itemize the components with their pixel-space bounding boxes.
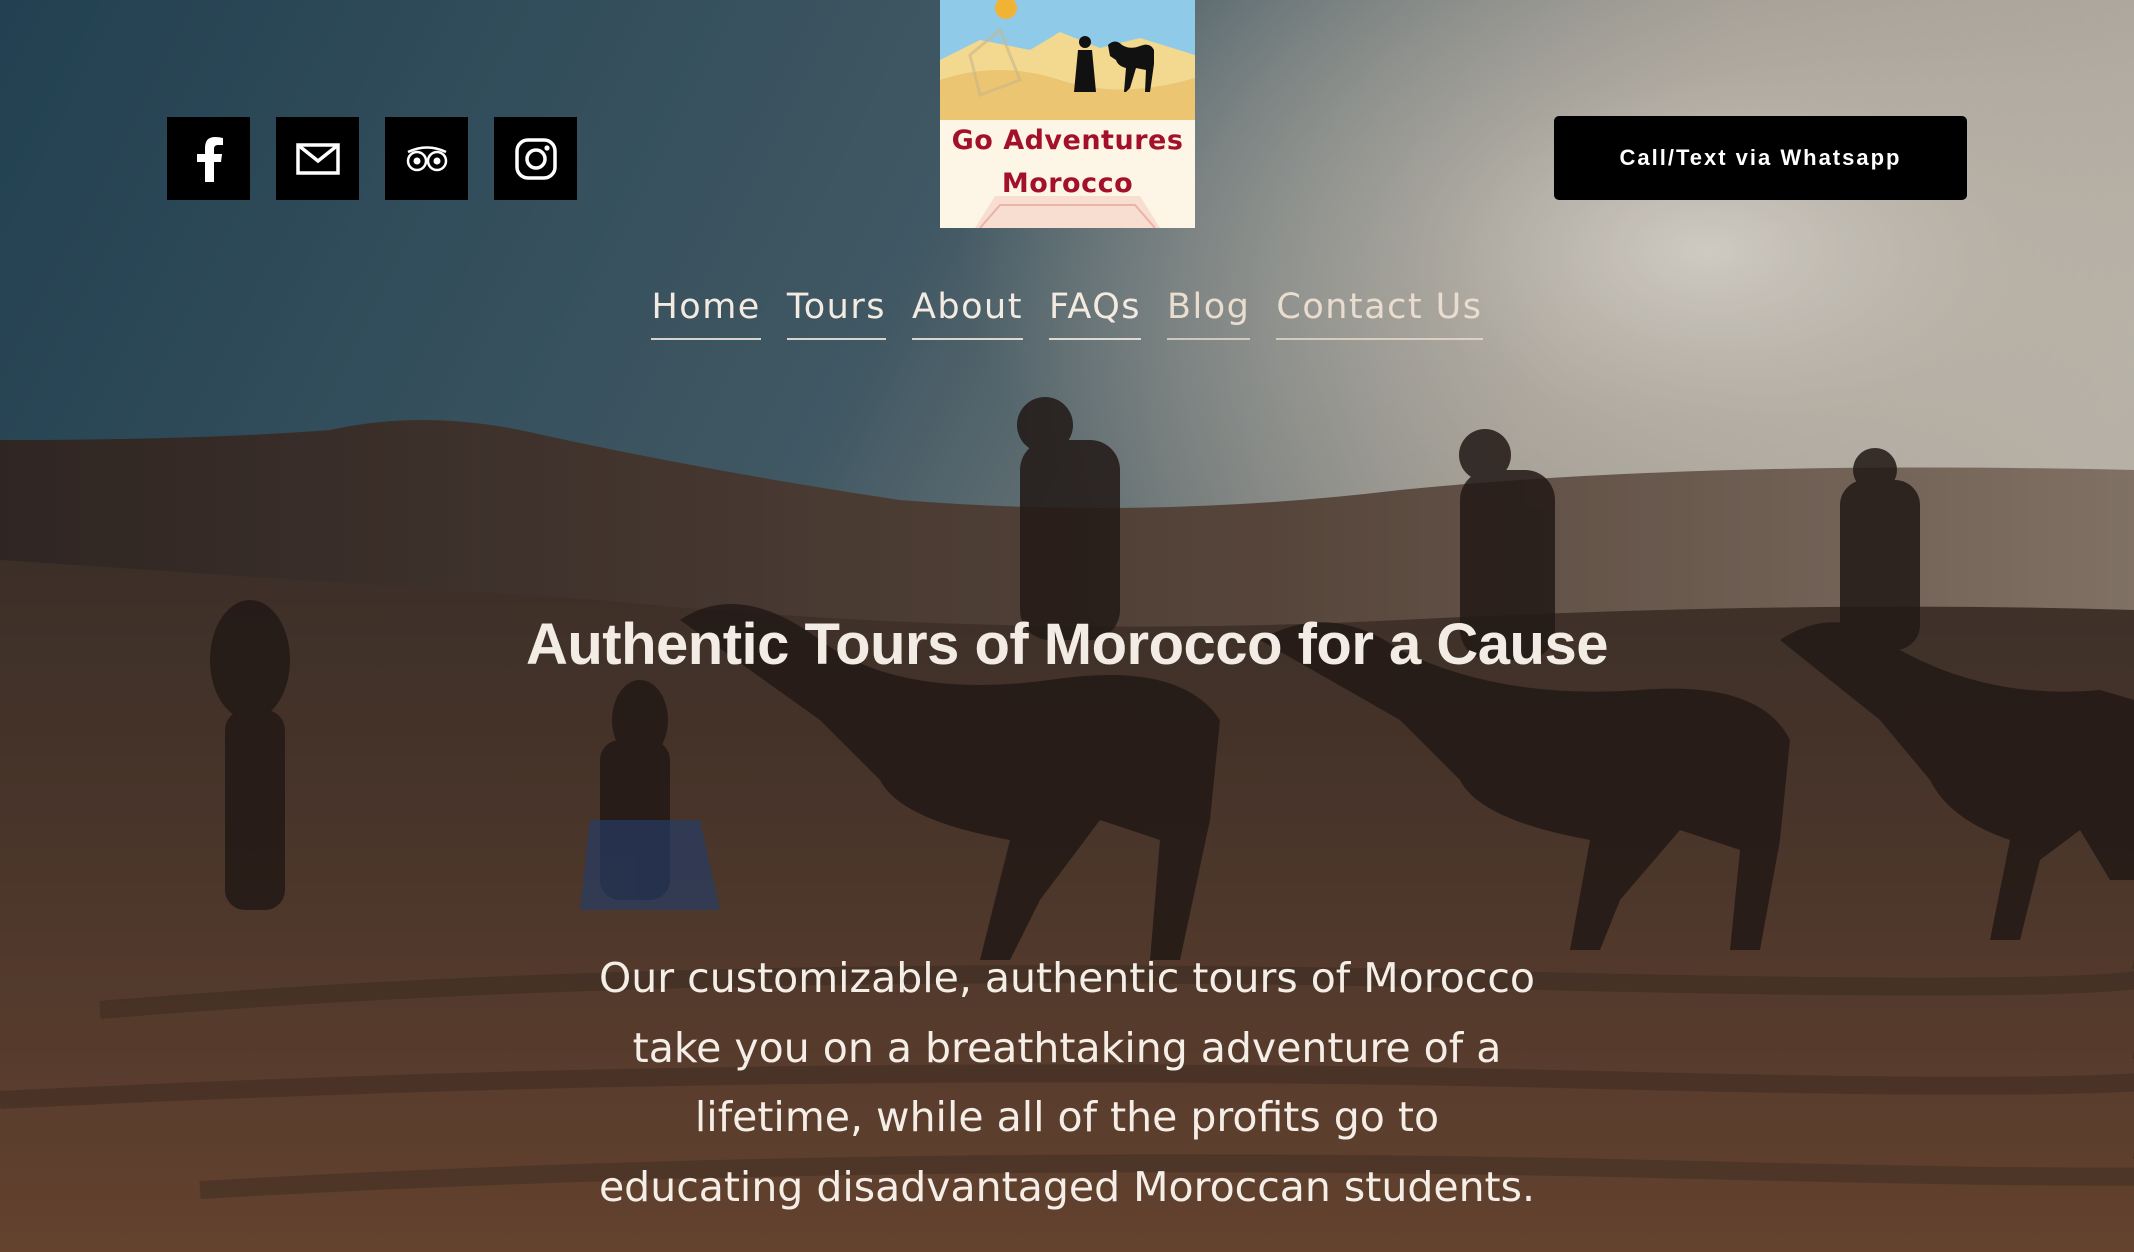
nav-item-faqs[interactable]: FAQs <box>1048 282 1141 340</box>
email-link[interactable] <box>276 117 359 200</box>
nav-item-blog[interactable]: Blog <box>1167 282 1251 340</box>
facebook-link[interactable] <box>167 117 250 200</box>
page: Go Adventures Morocco Call/Text via What… <box>0 0 2134 1252</box>
logo-title-line1: Go Adventures <box>951 125 1184 156</box>
whatsapp-contact-button[interactable]: Call/Text via Whatsapp <box>1554 116 1967 200</box>
hero-headline: Authentic Tours of Morocco for a Cause <box>525 612 1609 677</box>
tripadvisor-link[interactable] <box>385 117 468 200</box>
instagram-icon <box>514 137 557 180</box>
hero-description: Our customizable, authentic tours of Mor… <box>598 954 1536 1211</box>
nav-item-tours[interactable]: Tours <box>786 282 886 340</box>
facebook-icon <box>196 136 223 182</box>
main-navigation: Home Tours About FAQs Blog Contact Us <box>0 282 2134 340</box>
nav-item-about[interactable]: About <box>911 282 1023 340</box>
social-links <box>167 117 577 200</box>
nav-item-home[interactable]: Home <box>651 282 761 340</box>
mail-icon <box>295 142 340 175</box>
logo-title-line2: Morocco <box>1001 168 1134 199</box>
nav-item-contact[interactable]: Contact Us <box>1276 282 1483 340</box>
site-header: Go Adventures Morocco Call/Text via What… <box>0 0 2134 360</box>
tripadvisor-icon <box>406 145 447 171</box>
site-logo[interactable]: Go Adventures Morocco <box>940 0 1195 228</box>
instagram-link[interactable] <box>494 117 577 200</box>
